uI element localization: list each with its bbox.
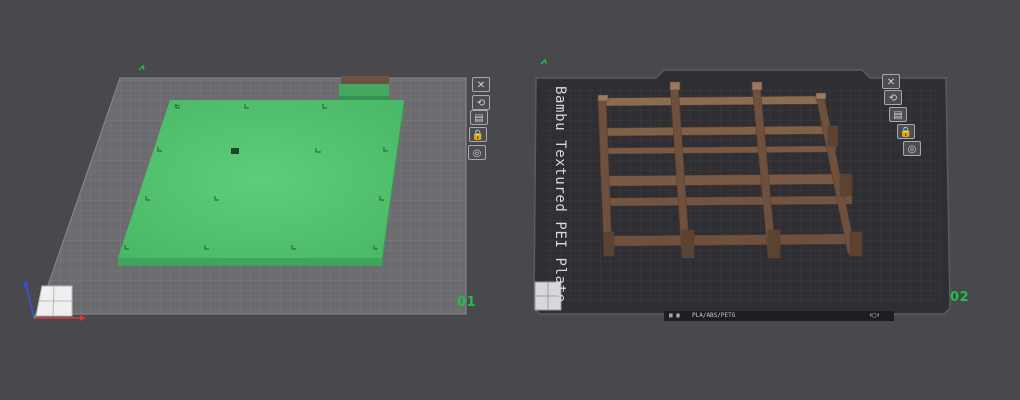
wipe-tower-1[interactable] (339, 76, 389, 100)
settings-icon[interactable]: ◎ (468, 145, 486, 160)
build-plate-2[interactable] (533, 69, 951, 315)
plate-1-corner-mark (138, 64, 145, 71)
lock-icon[interactable]: 🔒 (469, 127, 487, 142)
plate-1-origin-tile (35, 285, 73, 317)
lock-icon[interactable]: 🔒 (897, 124, 915, 139)
close-plate-icon[interactable]: ✕ (472, 77, 490, 92)
3d-viewport[interactable] (0, 0, 1020, 400)
plate-2-number: 02 (950, 290, 970, 305)
bed-type-label: Bambu Textured PEI Plate (552, 86, 568, 303)
filament-info: PLA/ABS/PETG (692, 312, 736, 319)
status-extra-icons: ⬆□⬆ (869, 312, 880, 319)
plate-1-number: 01 (457, 295, 477, 310)
plate-2-corner-mark (540, 58, 547, 65)
orient-icon[interactable]: ⟲ (884, 90, 902, 105)
plate-2-status-bar: ▦ ▣ PLA/ABS/PETG ⬆□⬆ (664, 311, 894, 321)
orient-icon[interactable]: ⟲ (472, 95, 490, 110)
arrange-icon[interactable]: ▤ (470, 110, 488, 125)
arrange-icon[interactable]: ▤ (889, 107, 907, 122)
close-plate-icon[interactable]: ✕ (882, 74, 900, 89)
grid-icon: ▦ ▣ (669, 312, 680, 319)
settings-icon[interactable]: ◎ (903, 141, 921, 156)
